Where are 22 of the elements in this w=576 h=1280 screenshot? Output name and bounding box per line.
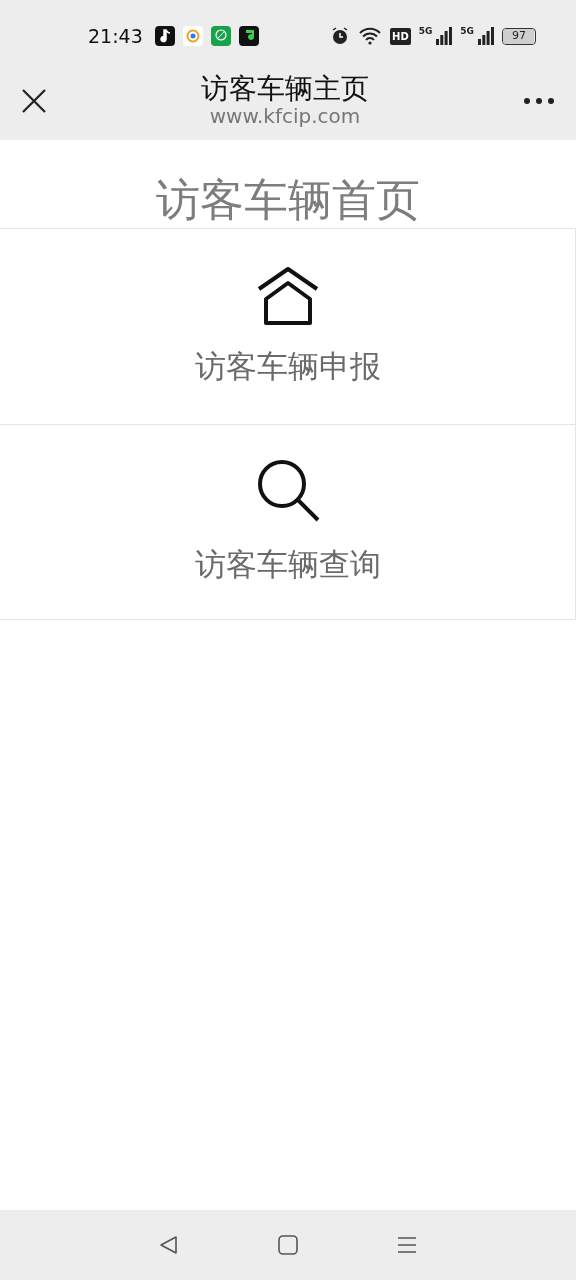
menu-item[interactable]: 访客车辆申报: [0, 228, 576, 425]
network-type-label: 5G: [460, 27, 474, 36]
status-time: 21:43: [88, 23, 143, 49]
home-icon[interactable]: [277, 1234, 299, 1256]
more-icon[interactable]: [522, 96, 556, 106]
signal-icon: [478, 27, 494, 45]
menu-icon[interactable]: [395, 1234, 418, 1256]
menu-item[interactable]: 访客车辆查询: [0, 424, 576, 621]
music-note-app-icon: [154, 26, 175, 46]
ring-app-icon: [182, 26, 203, 46]
close-icon[interactable]: [20, 87, 48, 115]
page-header-title: 访客车辆主页: [201, 73, 369, 105]
note-app-icon: [238, 26, 259, 46]
signal-icon: [436, 27, 453, 45]
hd-indicator: HD: [390, 27, 411, 45]
page-title: 访客车辆首页: [155, 173, 421, 227]
network-type-label: 5G: [418, 27, 433, 36]
alarm-icon: [330, 26, 350, 46]
url-text: www.kfcip.com: [208, 104, 362, 129]
wifi-icon: [358, 27, 382, 45]
battery-icon: 97: [502, 27, 536, 45]
house-icon: [255, 264, 320, 325]
